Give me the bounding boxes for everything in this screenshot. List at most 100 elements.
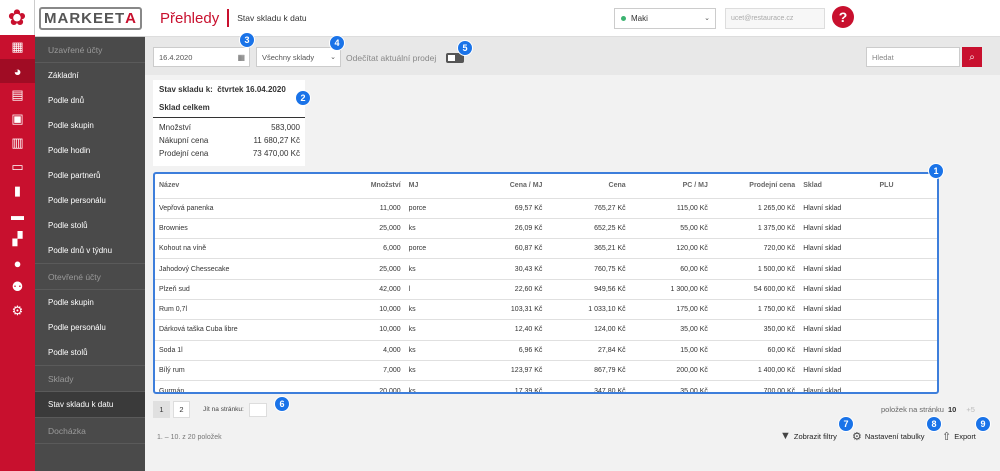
column-header[interactable]: Množství bbox=[321, 174, 404, 198]
table-row[interactable]: Rum 0,7l 10,000 ks 103,31 Kč 1 033,10 Kč 175,… bbox=[155, 298, 937, 320]
table-row[interactable]: Soda 1l 4,000 ks 6,96 Kč 27,84 Kč 15,00 Kč 60,… bbox=[155, 339, 937, 361]
settings-icon[interactable]: ⚙ bbox=[0, 299, 35, 323]
column-header[interactable]: Prodejní cena bbox=[712, 174, 799, 198]
pagination: 1 2 Jít na stránku: bbox=[153, 401, 267, 418]
clipboard-icon[interactable]: ▮ bbox=[0, 179, 35, 203]
table-settings-button[interactable]: ⚙ Nastavení tabulky bbox=[852, 430, 925, 443]
table-cell: Gurmán bbox=[155, 380, 322, 392]
table-row[interactable]: Gurmán 20,000 ks 17,39 Kč 347,80 Kč 35,00 Kč 7… bbox=[155, 380, 937, 392]
table-row[interactable]: Vepřová panenka 11,000 porce 69,57 Kč 765,27… bbox=[155, 197, 937, 219]
table-cell: 347,80 Kč bbox=[546, 380, 630, 392]
sidebar-item[interactable]: Podle skupin bbox=[35, 290, 145, 315]
dashboard-icon[interactable]: ▦ bbox=[0, 35, 35, 59]
per-page: položek na stránku 10 +5 bbox=[881, 405, 975, 414]
reports-pie-icon[interactable]: ◕ bbox=[0, 59, 35, 83]
search-input[interactable]: Hledat bbox=[866, 47, 960, 67]
date-input[interactable]: 16.4.2020 ▦ bbox=[153, 47, 250, 67]
table-cell: Soda 1l bbox=[155, 339, 322, 361]
sidebar-section-header[interactable]: Uzavřené účty bbox=[35, 37, 145, 62]
column-header[interactable]: Cena / MJ bbox=[459, 174, 546, 198]
sidebar-section-header[interactable]: Otevřené účty bbox=[35, 264, 145, 289]
table-cell: 720,00 Kč bbox=[711, 238, 800, 259]
printer-icon[interactable]: ▬ bbox=[0, 203, 35, 227]
annotation-badge: 9 bbox=[975, 416, 991, 432]
sidebar-item[interactable]: Podle skupin bbox=[35, 113, 145, 138]
column-header[interactable]: PLU bbox=[876, 174, 938, 198]
subtract-sales-label: Odečítat aktuální prodej bbox=[346, 53, 437, 63]
per-page-value[interactable]: 10 bbox=[948, 405, 956, 414]
table-cell: 69,57 Kč bbox=[459, 197, 547, 219]
table-cell: 1 500,00 Kč bbox=[711, 258, 800, 280]
table-row[interactable]: Dárková taška Cuba libre 10,000 ks 12,40 Kč… bbox=[155, 319, 937, 341]
brand-logo: MARKEETA bbox=[35, 0, 145, 37]
sidebar-item[interactable]: Podle dnů bbox=[35, 88, 145, 113]
sidebar-item[interactable]: Základní bbox=[35, 63, 145, 88]
user-icon[interactable]: ● bbox=[0, 251, 35, 275]
table-cell: 760,75 Kč bbox=[546, 258, 630, 280]
column-header[interactable]: Název bbox=[155, 174, 321, 198]
calendar-icon[interactable]: ▦ bbox=[237, 53, 245, 62]
warehouse-select[interactable]: Všechny sklady ⌄ bbox=[256, 47, 341, 67]
sidebar-item[interactable]: Podle personálu bbox=[35, 315, 145, 340]
sidebar-item[interactable]: Podle partnerů bbox=[35, 163, 145, 188]
sidebar-section-header[interactable]: Sklady bbox=[35, 366, 145, 391]
table-row[interactable]: Kohout na víně 6,000 porce 60,87 Kč 365,21 K… bbox=[155, 238, 937, 259]
page-subtitle: Stav skladu k datu bbox=[237, 13, 307, 23]
sidebar-item[interactable]: Podle personálu bbox=[35, 188, 145, 213]
column-header[interactable]: PC / MJ bbox=[630, 174, 712, 198]
summary-label: Prodejní cena bbox=[159, 149, 209, 158]
table-cell: 60,00 Kč bbox=[629, 258, 712, 280]
help-icon[interactable]: ? bbox=[832, 6, 854, 28]
online-status-icon bbox=[621, 16, 626, 21]
user-email[interactable]: ucet@restaurace.cz bbox=[725, 8, 825, 29]
sidebar-item[interactable]: Podle stolů bbox=[35, 340, 145, 365]
page-button[interactable]: 1 bbox=[153, 401, 170, 418]
users-icon[interactable]: ⚉ bbox=[0, 275, 35, 299]
calculator-icon[interactable]: ▥ bbox=[0, 131, 35, 155]
summary-title: Stav skladu k: čtvrtek 16.04.2020 bbox=[159, 85, 286, 94]
table-row[interactable]: Bílý rum 7,000 ks 123,97 Kč 867,79 Kč 200,00 … bbox=[155, 359, 937, 381]
export-button[interactable]: ⇧ Export bbox=[942, 430, 976, 443]
table-cell bbox=[875, 319, 937, 341]
table-cell: 25,000 bbox=[321, 258, 405, 280]
table-cell: 867,79 Kč bbox=[546, 359, 630, 381]
table-cell: Hlavní sklad bbox=[799, 258, 876, 280]
table-row[interactable]: Jahodový Chessecake 25,000 ks 30,43 Kč 760,7… bbox=[155, 258, 937, 280]
sidebar-item[interactable]: Stav skladu k datu bbox=[35, 392, 145, 417]
table-cell: 6,96 Kč bbox=[459, 339, 547, 361]
table-cell: 27,84 Kč bbox=[546, 339, 630, 361]
search-button[interactable]: ⌕ bbox=[962, 47, 982, 67]
annotation-badge: 1 bbox=[928, 163, 944, 179]
sidebar-item[interactable]: Podle hodin bbox=[35, 138, 145, 163]
sidebar-section-header[interactable]: Docházka bbox=[35, 418, 145, 443]
per-page-alt[interactable]: +5 bbox=[966, 405, 975, 414]
table-cell: porce bbox=[404, 197, 460, 219]
column-header[interactable]: Sklad bbox=[799, 174, 875, 198]
sidebar-item[interactable]: Podle dnů v týdnu bbox=[35, 238, 145, 263]
table-cell: porce bbox=[404, 238, 460, 259]
table-cell bbox=[875, 298, 937, 320]
user-select[interactable]: Maki ⌄ bbox=[614, 8, 716, 29]
money-icon[interactable]: ▭ bbox=[0, 155, 35, 179]
column-header[interactable]: Cena bbox=[546, 174, 629, 198]
column-header[interactable]: MJ bbox=[405, 174, 460, 198]
page-button[interactable]: 2 bbox=[173, 401, 190, 418]
summary-value: 583,000 bbox=[271, 123, 300, 132]
flower-logo-icon[interactable]: ✿ bbox=[0, 0, 35, 35]
table-cell: 700,00 Kč bbox=[711, 380, 800, 392]
table-cell: Jahodový Chessecake bbox=[155, 258, 322, 280]
cash-register-icon[interactable]: ▤ bbox=[0, 83, 35, 107]
boxes-icon[interactable]: ▞ bbox=[0, 227, 35, 251]
table-row[interactable]: Plzeň sud 42,000 l 22,60 Kč 949,56 Kč 1 300,0… bbox=[155, 278, 937, 300]
sidebar-item[interactable]: Podle stolů bbox=[35, 213, 145, 238]
table-cell: 12,40 Kč bbox=[459, 319, 547, 341]
show-filters-button[interactable]: ▼ Zobrazit filtry bbox=[780, 430, 837, 442]
table-cell: 7,000 bbox=[321, 359, 405, 381]
table-cell: l bbox=[404, 278, 460, 300]
table-cell: ks bbox=[404, 380, 460, 392]
table-row[interactable]: Brownies 25,000 ks 26,09 Kč 652,25 Kč 55,00 K… bbox=[155, 217, 937, 239]
box-icon[interactable]: ▣ bbox=[0, 107, 35, 131]
title-divider bbox=[227, 9, 230, 27]
goto-page-input[interactable] bbox=[248, 402, 267, 417]
user-name: Maki bbox=[631, 14, 648, 23]
